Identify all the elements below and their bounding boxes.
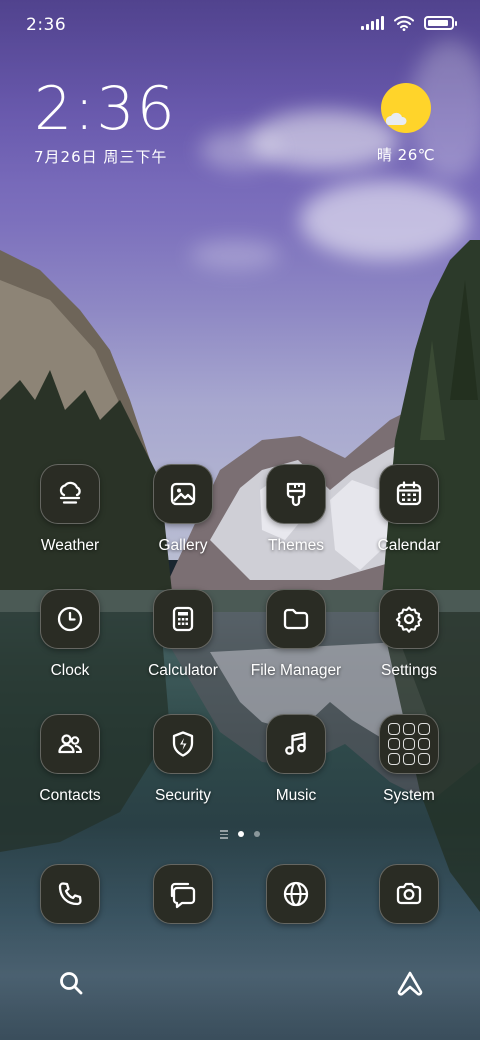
calculator-icon bbox=[153, 589, 213, 649]
page-indicator[interactable] bbox=[0, 830, 480, 839]
app-label: Themes bbox=[268, 537, 324, 554]
search-icon[interactable] bbox=[58, 970, 84, 996]
dock-messages[interactable] bbox=[127, 864, 239, 924]
app-music[interactable]: Music bbox=[240, 714, 352, 805]
status-time: 2:36 bbox=[26, 15, 67, 35]
camera-icon bbox=[379, 864, 439, 924]
app-label: Calendar bbox=[377, 537, 441, 554]
contacts-icon bbox=[40, 714, 100, 774]
app-settings[interactable]: Settings bbox=[353, 589, 465, 680]
app-label: System bbox=[383, 787, 435, 804]
clock-widget-date: 7月26日 周三下午 bbox=[34, 148, 168, 166]
weather-text: 晴 26℃ bbox=[376, 146, 436, 164]
app-label: Gallery bbox=[158, 537, 208, 554]
app-system-folder[interactable]: System bbox=[353, 714, 465, 805]
app-themes[interactable]: Themes bbox=[240, 464, 352, 555]
app-label: Settings bbox=[380, 662, 437, 679]
clock-widget-time: 2:36 bbox=[34, 74, 177, 144]
app-label: Music bbox=[275, 787, 317, 804]
app-calculator[interactable]: Calculator bbox=[127, 589, 239, 680]
clock-icon bbox=[40, 589, 100, 649]
app-label: Security bbox=[155, 787, 211, 804]
assistant-icon[interactable] bbox=[396, 970, 424, 996]
status-bar: 2:36 bbox=[0, 0, 480, 50]
music-note-icon bbox=[266, 714, 326, 774]
paintbrush-icon bbox=[266, 464, 326, 524]
clock-widget[interactable]: 2:36 7月26日 周三下午 bbox=[34, 76, 177, 167]
bottom-bar bbox=[0, 960, 480, 1006]
gallery-image-icon bbox=[153, 464, 213, 524]
dock-camera[interactable] bbox=[353, 864, 465, 924]
app-file-manager[interactable]: File Manager bbox=[240, 589, 352, 680]
browser-globe-icon bbox=[266, 864, 326, 924]
feed-lines-icon bbox=[220, 830, 228, 839]
folder-icon bbox=[266, 589, 326, 649]
app-label: File Manager bbox=[250, 662, 342, 679]
cellular-signal-icon bbox=[361, 16, 384, 30]
folder-apps-icon bbox=[379, 714, 439, 774]
calendar-icon bbox=[379, 464, 439, 524]
gear-icon bbox=[379, 589, 439, 649]
shield-bolt-icon bbox=[153, 714, 213, 774]
app-label: Weather bbox=[40, 537, 100, 554]
battery-icon bbox=[424, 16, 457, 30]
weather-cloud-icon bbox=[40, 464, 100, 524]
phone-icon bbox=[40, 864, 100, 924]
app-weather[interactable]: Weather bbox=[14, 464, 126, 555]
app-calendar[interactable]: Calendar bbox=[353, 464, 465, 555]
app-contacts[interactable]: Contacts bbox=[14, 714, 126, 805]
page-dot bbox=[238, 831, 244, 838]
dock-browser[interactable] bbox=[240, 864, 352, 924]
app-clock[interactable]: Clock bbox=[14, 589, 126, 680]
app-label: Calculator bbox=[148, 662, 218, 679]
partly-sunny-icon bbox=[380, 82, 432, 134]
page-dot bbox=[254, 831, 260, 838]
dock-phone[interactable] bbox=[14, 864, 126, 924]
app-label: Clock bbox=[50, 662, 90, 679]
app-security[interactable]: Security bbox=[127, 714, 239, 805]
app-label: Contacts bbox=[39, 787, 101, 804]
weather-widget[interactable]: 晴 26℃ bbox=[366, 82, 446, 165]
messages-icon bbox=[153, 864, 213, 924]
app-gallery[interactable]: Gallery bbox=[127, 464, 239, 555]
wifi-icon bbox=[394, 15, 414, 31]
